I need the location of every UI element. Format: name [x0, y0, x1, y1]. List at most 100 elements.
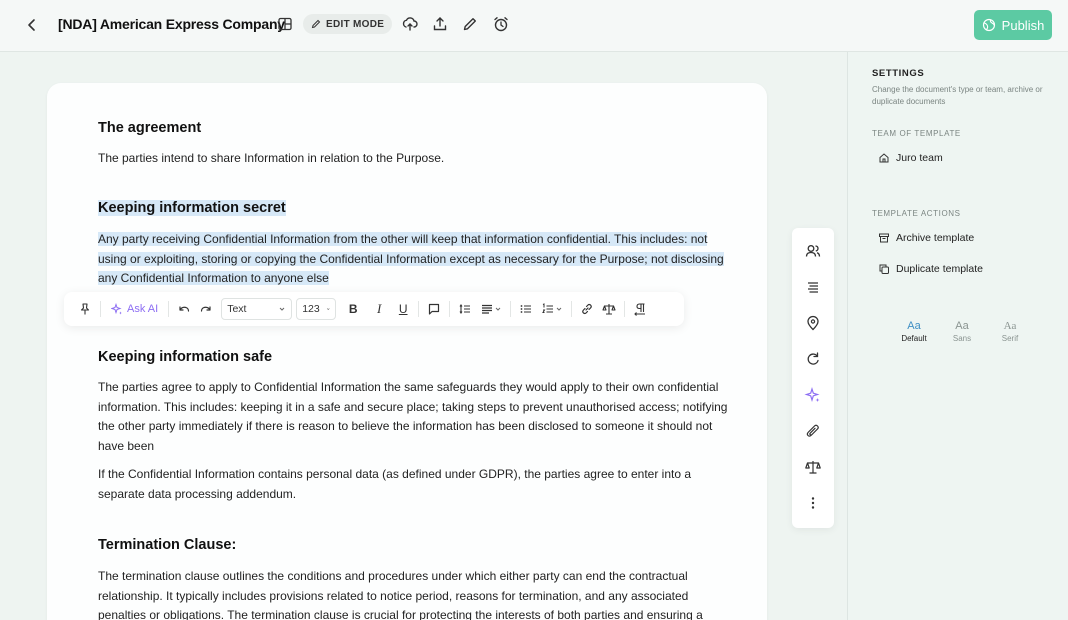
- font-option-default[interactable]: Aa Default: [897, 320, 931, 343]
- number-format-dropdown[interactable]: 123: [296, 298, 337, 320]
- font-option-serif[interactable]: Aa Serif: [993, 320, 1027, 343]
- bullet-list-icon: [520, 305, 532, 313]
- chevron-down-icon: [326, 308, 330, 310]
- selected-paragraph-text: Any party receiving Confidential Informa…: [98, 232, 724, 285]
- edit-mode-label: EDIT MODE: [326, 18, 385, 30]
- divider: [168, 301, 170, 317]
- divider: [449, 301, 451, 317]
- back-button[interactable]: [22, 14, 42, 36]
- ai-sparkle-icon[interactable]: [804, 386, 822, 404]
- section-paragraph[interactable]: If the Confidential Information contains…: [98, 465, 728, 504]
- users-icon[interactable]: [804, 242, 822, 260]
- undo-button[interactable]: [173, 298, 195, 320]
- section-heading[interactable]: Keeping information safe: [98, 349, 272, 365]
- upload-icon[interactable]: [431, 15, 449, 33]
- pin-button[interactable]: [74, 298, 96, 320]
- align-dropdown[interactable]: [476, 298, 506, 320]
- font-sample: Aa: [907, 320, 921, 332]
- side-toolbar: [792, 228, 834, 528]
- chevron-left-icon: [28, 19, 35, 31]
- archive-template-button[interactable]: Archive template: [878, 232, 974, 244]
- layout-toggle-icon[interactable]: [277, 16, 293, 32]
- align-justify-icon: [482, 304, 493, 314]
- line-spacing-button[interactable]: [454, 298, 476, 320]
- selected-heading-text: Keeping information secret: [98, 200, 286, 216]
- location-pin-icon[interactable]: [804, 314, 822, 332]
- redo-button[interactable]: [195, 298, 217, 320]
- text-align-icon[interactable]: [804, 278, 822, 296]
- section-heading[interactable]: Termination Clause:: [98, 537, 236, 553]
- pencil-icon: [311, 19, 321, 29]
- bold-button[interactable]: B: [342, 298, 364, 320]
- paragraph-direction-button[interactable]: [629, 298, 651, 320]
- undo-icon: [179, 306, 190, 312]
- settings-panel: SETTINGS Change the document's type or t…: [847, 52, 1068, 620]
- archive-label: Archive template: [896, 232, 975, 244]
- duplicate-icon: [879, 264, 889, 274]
- divider: [571, 301, 573, 317]
- archive-icon: [879, 233, 889, 243]
- settings-title: SETTINGS: [872, 68, 925, 79]
- font-sample: Aa: [955, 320, 969, 332]
- top-bar: [NDA] American Express Company EDIT MODE…: [0, 0, 1068, 52]
- comment-button[interactable]: [423, 298, 445, 320]
- chevron-down-icon: [279, 307, 285, 311]
- format-toolbar: Ask AI Text 123 B I U: [64, 292, 684, 326]
- comment-icon: [429, 303, 440, 315]
- team-section-label: TEAM OF TEMPLATE: [872, 129, 961, 138]
- alarm-clock-icon[interactable]: [492, 15, 510, 33]
- font-sample: Aa: [1003, 320, 1017, 332]
- text-style-value: Text: [227, 303, 247, 315]
- font-name: Sans: [952, 334, 972, 343]
- more-vertical-icon[interactable]: [804, 494, 822, 512]
- edit-icon[interactable]: [461, 15, 479, 33]
- underline-button[interactable]: U: [392, 298, 414, 320]
- duplicate-template-button[interactable]: Duplicate template: [878, 263, 983, 275]
- divider: [510, 301, 512, 317]
- section-heading[interactable]: Keeping information secret: [98, 200, 286, 216]
- actions-section-label: TEMPLATE ACTIONS: [872, 209, 961, 218]
- sparkle-icon: [111, 303, 122, 315]
- redo-icon: [201, 306, 211, 312]
- link-icon: [582, 303, 593, 315]
- publish-label: Publish: [1001, 17, 1045, 33]
- globe-icon: [982, 18, 995, 32]
- settings-description: Change the document's type or team, arch…: [872, 85, 1043, 106]
- numbered-list-icon: [542, 303, 554, 313]
- divider: [624, 301, 626, 317]
- home-icon: [879, 153, 889, 163]
- font-name: Serif: [1001, 334, 1019, 343]
- link-button[interactable]: [576, 298, 598, 320]
- bullet-list-button[interactable]: [515, 298, 537, 320]
- font-option-sans[interactable]: Aa Sans: [945, 320, 979, 343]
- scales-icon[interactable]: [804, 458, 822, 476]
- italic-button[interactable]: I: [368, 298, 390, 320]
- chevron-down-icon: [556, 307, 562, 311]
- chevron-down-icon: [495, 307, 501, 311]
- ask-ai-label: Ask AI: [127, 303, 159, 315]
- ask-ai-button[interactable]: Ask AI: [105, 298, 164, 320]
- publish-button[interactable]: Publish: [974, 10, 1052, 40]
- section-paragraph[interactable]: Any party receiving Confidential Informa…: [98, 230, 728, 289]
- edit-mode-badge[interactable]: EDIT MODE: [303, 14, 393, 34]
- section-paragraph[interactable]: The parties agree to apply to Confidenti…: [98, 378, 728, 456]
- team-selector[interactable]: Juro team: [878, 152, 943, 164]
- scales-icon: [602, 304, 616, 315]
- line-spacing-icon: [459, 304, 471, 314]
- section-heading[interactable]: The agreement: [98, 120, 201, 136]
- pilcrow-icon: [634, 303, 646, 316]
- cloud-icon[interactable]: [401, 15, 419, 33]
- section-paragraph[interactable]: The parties intend to share Information …: [98, 149, 728, 169]
- refresh-icon[interactable]: [804, 350, 822, 368]
- document-title[interactable]: [NDA] American Express Company: [58, 16, 285, 32]
- section-paragraph[interactable]: The termination clause outlines the cond…: [98, 567, 728, 620]
- divider: [418, 301, 420, 317]
- number-format-value: 123: [302, 303, 320, 315]
- numbered-list-dropdown[interactable]: [537, 298, 567, 320]
- paperclip-icon[interactable]: [804, 422, 822, 440]
- pin-icon: [80, 303, 90, 315]
- duplicate-label: Duplicate template: [896, 263, 983, 275]
- legal-clause-button[interactable]: [598, 298, 620, 320]
- team-name: Juro team: [896, 152, 943, 164]
- text-style-dropdown[interactable]: Text: [221, 298, 293, 320]
